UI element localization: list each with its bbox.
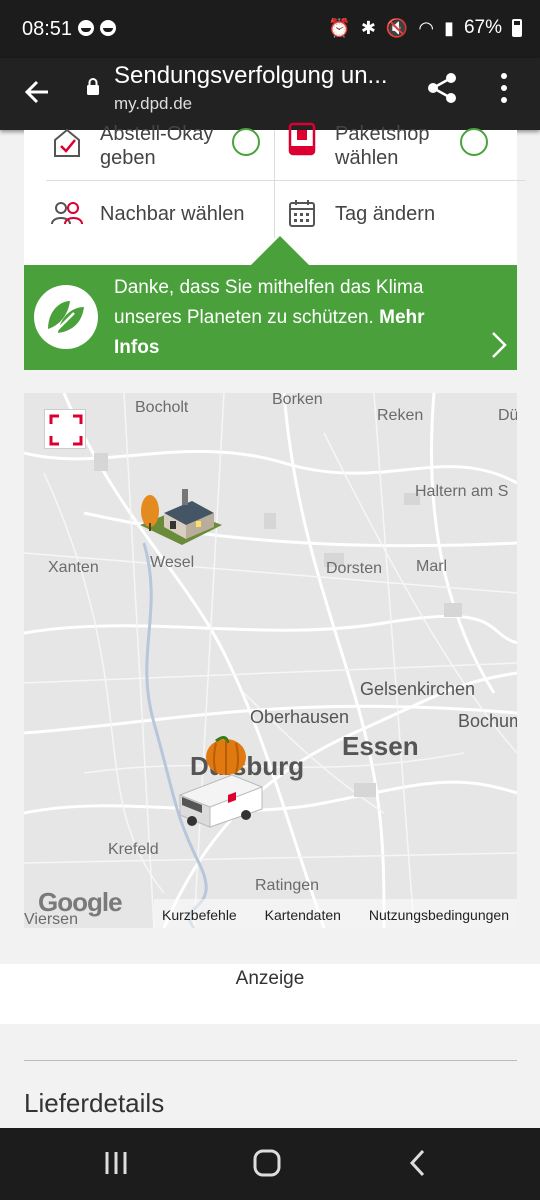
map-footer: Kurzbefehle Kartendaten Nutzungsbedingun… bbox=[154, 899, 517, 928]
map-city-label: Essen bbox=[342, 731, 419, 761]
map-city-label: Dorsten bbox=[326, 560, 383, 577]
terms-link[interactable]: Nutzungsbedingungen bbox=[369, 907, 509, 928]
chevron-right-icon[interactable] bbox=[489, 331, 509, 359]
map-city-label: Haltern am S bbox=[415, 483, 509, 500]
map-roads bbox=[24, 393, 517, 928]
tracking-map[interactable]: Bocholt Borken Reken Dü Haltern am S Xan… bbox=[24, 393, 517, 928]
keyboard-shortcuts-link[interactable]: Kurzbefehle bbox=[162, 907, 237, 928]
house-check-icon bbox=[54, 128, 80, 157]
leaf-icon bbox=[232, 128, 260, 156]
status-time: 08:51 bbox=[22, 18, 73, 40]
leaf-logo-icon bbox=[34, 285, 98, 349]
wifi-icon: ◠ bbox=[418, 17, 435, 38]
map-city-label: Borken bbox=[272, 393, 323, 408]
map-city-label: Bochum bbox=[458, 711, 517, 731]
notification-icons bbox=[78, 20, 116, 36]
map-city-label: Oberhausen bbox=[250, 707, 350, 727]
home-icon[interactable] bbox=[252, 1148, 282, 1178]
signal-icon: ▮ bbox=[444, 17, 454, 38]
battery-percent: 67% bbox=[463, 17, 502, 38]
alarm-icon: ⏰ bbox=[328, 17, 351, 38]
app-notification-icon bbox=[78, 20, 94, 36]
map-city-label: Marl bbox=[416, 558, 448, 575]
lock-icon bbox=[87, 78, 99, 95]
battery-icon bbox=[512, 19, 522, 37]
section-divider bbox=[24, 1060, 517, 1061]
ad-label: Anzeige bbox=[235, 968, 305, 989]
divider bbox=[274, 130, 275, 238]
map-city-label: Bocholt bbox=[135, 399, 189, 416]
banner-message: Danke, dass Sie mithelfen das Klima unse… bbox=[114, 273, 474, 363]
climate-banner[interactable]: Danke, dass Sie mithelfen das Klima unse… bbox=[24, 265, 517, 370]
fullscreen-icon bbox=[49, 414, 83, 446]
option-label: Paketshop wählen bbox=[335, 123, 430, 169]
map-city-label: Gelsenkirchen bbox=[360, 679, 476, 699]
option-label: Abstell-Okay geben bbox=[100, 123, 214, 169]
ad-container: Anzeige bbox=[0, 964, 540, 1024]
map-data-link[interactable]: Kartendaten bbox=[265, 907, 341, 928]
map-city-label: Krefeld bbox=[108, 841, 159, 858]
option-label: Nachbar wählen bbox=[100, 203, 245, 225]
map-city-label: Wesel bbox=[150, 554, 195, 571]
recent-apps-icon[interactable] bbox=[101, 1148, 131, 1178]
page-title: Sendungsverfolgung un... bbox=[114, 62, 388, 89]
share-icon[interactable] bbox=[424, 70, 460, 106]
back-arrow-icon[interactable] bbox=[18, 72, 58, 112]
fullscreen-button[interactable] bbox=[44, 409, 86, 449]
banner-text: Danke, dass Sie mithelfen das Klima unse… bbox=[114, 277, 424, 328]
mute-icon: 🔇 bbox=[385, 17, 409, 38]
section-title: Lieferdetails bbox=[24, 1088, 165, 1118]
parcel-shop-icon bbox=[288, 122, 316, 156]
map-city-label: Dü bbox=[498, 407, 517, 424]
option-label: Tag ändern bbox=[335, 203, 436, 225]
page-url: my.dpd.de bbox=[114, 94, 193, 113]
status-bar: 08:51 ⏰ ✱ 🔇 ◠ ▮ 67% bbox=[0, 0, 540, 58]
browser-app-bar: Sendungsverfolgung un... my.dpd.de bbox=[0, 58, 540, 130]
map-city-label: Ratingen bbox=[255, 877, 320, 894]
back-icon[interactable] bbox=[404, 1148, 434, 1178]
google-logo: Google bbox=[38, 887, 123, 917]
banner-pointer bbox=[250, 236, 310, 266]
more-options-icon[interactable] bbox=[492, 70, 516, 106]
system-icons: ⏰ ✱ 🔇 ◠ ▮ 67% bbox=[328, 17, 522, 39]
bluetooth-icon: ✱ bbox=[360, 17, 376, 38]
calendar-icon bbox=[289, 200, 315, 227]
neighbors-icon bbox=[51, 202, 83, 225]
app-notification-icon bbox=[100, 20, 116, 36]
leaf-icon bbox=[460, 128, 488, 156]
divider bbox=[46, 180, 526, 181]
house-marker-icon[interactable] bbox=[134, 479, 226, 549]
system-nav-bar bbox=[0, 1128, 540, 1200]
map-city-label: Reken bbox=[377, 407, 424, 424]
map-city-label: Xanten bbox=[48, 559, 99, 576]
delivery-van-marker-icon[interactable] bbox=[172, 735, 268, 831]
